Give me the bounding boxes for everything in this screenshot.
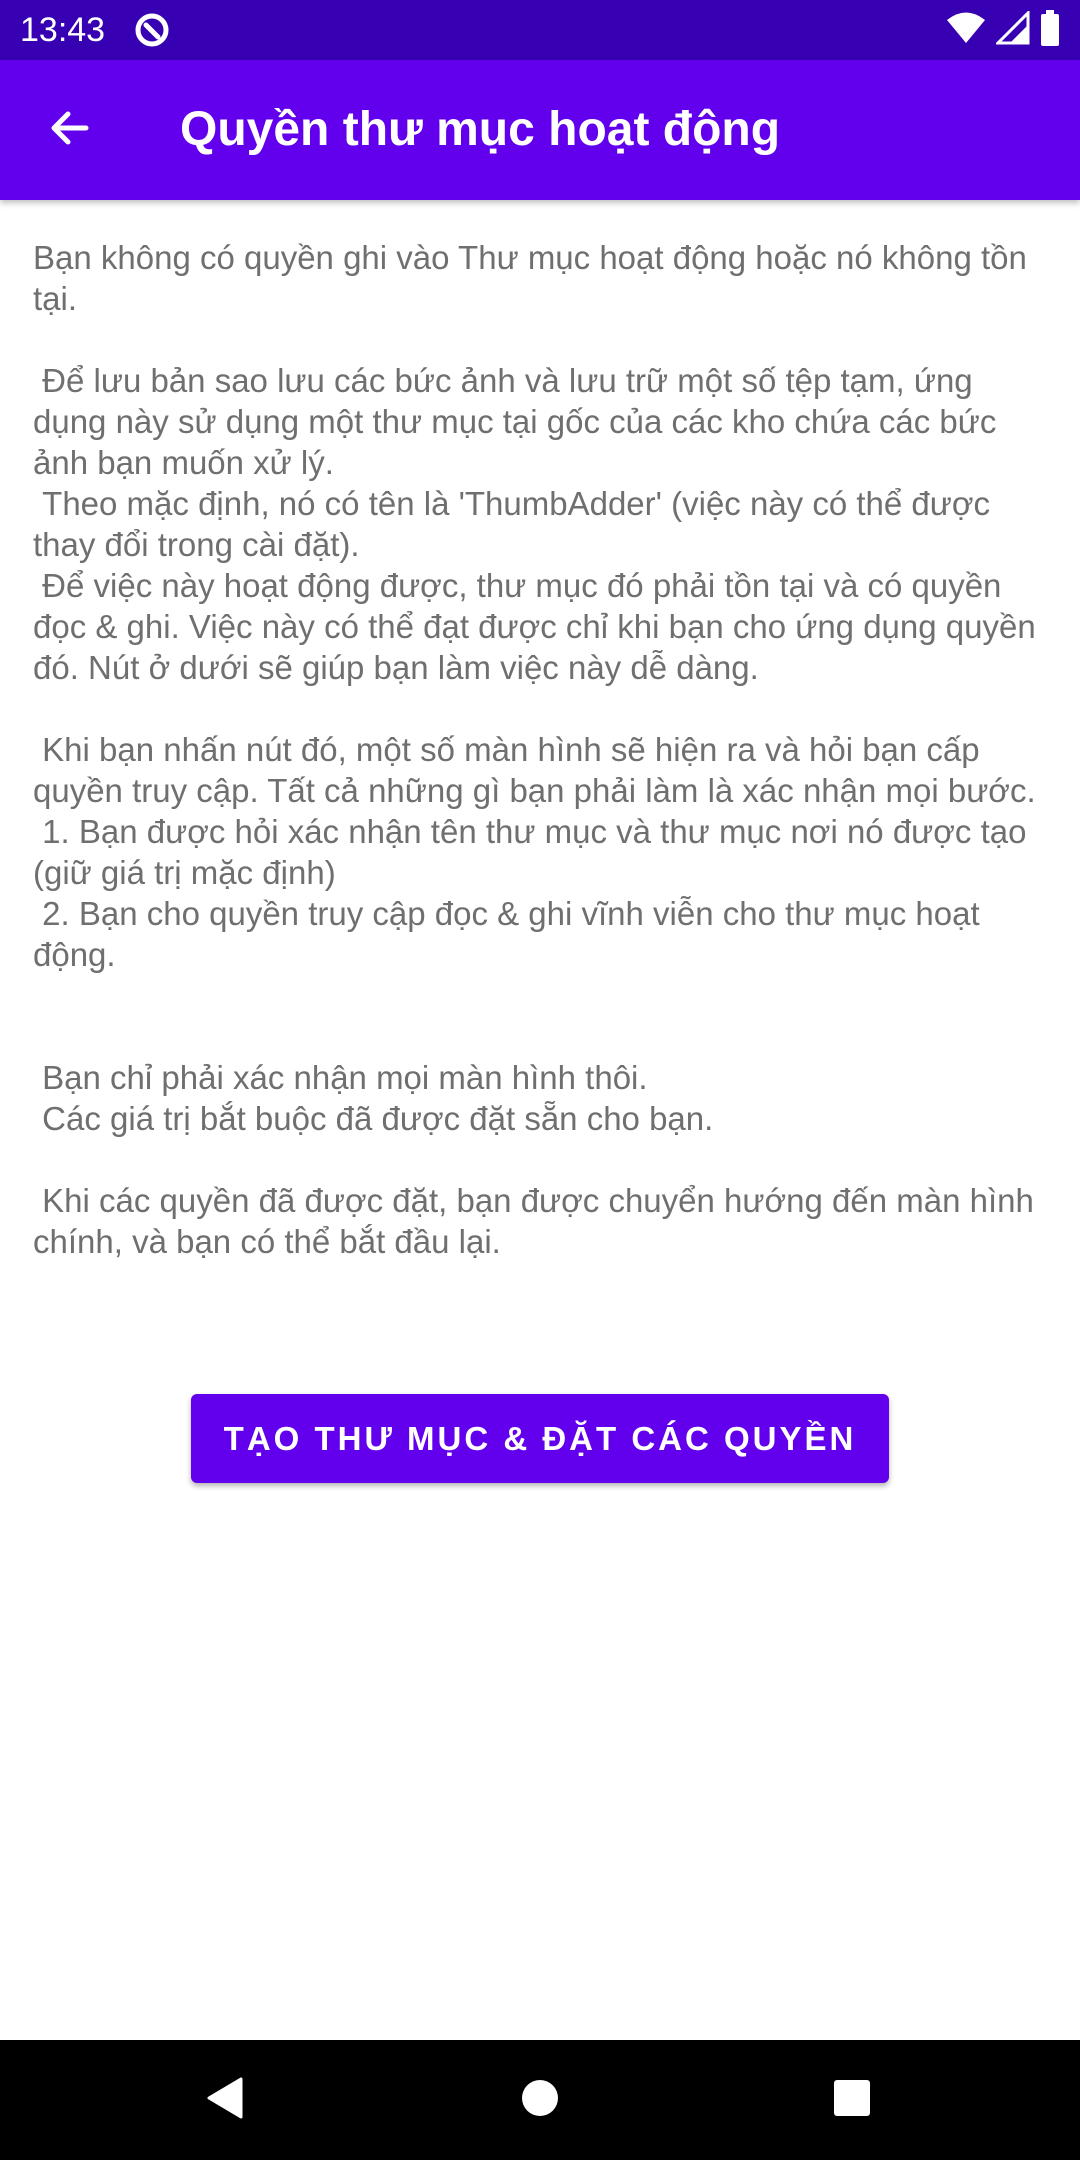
create-folder-set-permissions-button[interactable]: TẠO THƯ MỤC & ĐẶT CÁC QUYỀN bbox=[191, 1394, 889, 1483]
app-bar: Quyền thư mục hoạt động bbox=[0, 60, 1080, 200]
nav-home-button[interactable] bbox=[500, 2060, 580, 2140]
app-notification-icon bbox=[134, 12, 170, 48]
status-icons bbox=[946, 8, 1060, 51]
nav-back-icon bbox=[203, 2076, 247, 2125]
page-title: Quyền thư mục hoạt động bbox=[180, 103, 781, 156]
system-nav-bar bbox=[0, 2040, 1080, 2160]
nav-recents-icon bbox=[833, 2079, 871, 2122]
back-button[interactable] bbox=[30, 90, 110, 170]
status-time: 13:43 bbox=[20, 11, 106, 49]
signal-icon bbox=[994, 8, 1030, 50]
permission-explanation: Bạn không có quyền ghi vào Thư mục hoạt … bbox=[33, 237, 1048, 1262]
intro-text: Bạn không có quyền ghi vào Thư mục hoạt … bbox=[33, 239, 1037, 317]
nav-back-button[interactable] bbox=[185, 2060, 265, 2140]
nav-recents-button[interactable] bbox=[812, 2060, 892, 2140]
battery-icon bbox=[1040, 9, 1060, 51]
steps-text: Khi bạn nhấn nút đó, một số màn hình sẽ … bbox=[33, 731, 1036, 973]
nav-home-icon bbox=[520, 2078, 560, 2123]
status-bar: 13:43 bbox=[0, 0, 1080, 60]
redirect-text: Khi các quyền đã được đặt, bạn được chuy… bbox=[33, 1182, 1043, 1260]
confirm-text: Bạn chỉ phải xác nhận mọi màn hình thôi.… bbox=[42, 1059, 714, 1137]
wifi-icon bbox=[946, 11, 986, 50]
purpose-text: Để lưu bản sao lưu các bức ảnh và lưu tr… bbox=[33, 362, 1036, 686]
arrow-back-icon bbox=[46, 104, 94, 157]
